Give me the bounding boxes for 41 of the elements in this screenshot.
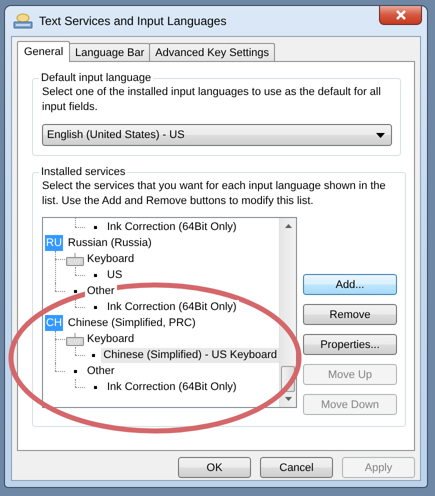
tree-item[interactable]: Chinese (Simplified, PRC) (66, 316, 198, 330)
tree-item[interactable]: Russian (Russia) (66, 236, 154, 250)
tree-item[interactable]: Ink Correction (64Bit Only) (105, 220, 239, 234)
language-dropdown[interactable]: English (United States) - US (42, 124, 392, 146)
tree-item[interactable]: Keyboard (85, 252, 136, 266)
tree-item[interactable]: Ink Correction (64Bit Only) (105, 300, 239, 314)
group-heading: Default input language (40, 72, 152, 84)
caret-icon (376, 132, 385, 138)
bullet-icon (92, 354, 95, 356)
dialog-button[interactable]: Properties... (303, 334, 397, 355)
scroll-up-icon[interactable] (284, 224, 292, 228)
dialog-button[interactable]: Add... (303, 274, 397, 295)
scrollbar[interactable] (279, 218, 296, 407)
description-text: Select one of the installed input languages to use as the default for all input fields. (42, 85, 382, 115)
tab[interactable]: Advanced Key Settings (149, 43, 276, 61)
tab[interactable]: Language Bar (69, 43, 150, 61)
bullet-icon (94, 274, 96, 276)
keyboard-icon (66, 332, 84, 346)
dialog-button[interactable]: Cancel (260, 457, 333, 478)
close-button[interactable] (379, 6, 422, 25)
group-heading: Installed services (40, 166, 126, 178)
tab[interactable]: General (17, 41, 70, 62)
keyboard-icon (66, 252, 84, 266)
window-title: Text Services and Input Languages (39, 14, 228, 28)
bullet-icon (94, 386, 96, 388)
bullet-icon (74, 290, 76, 292)
scroll-down-icon[interactable] (284, 397, 292, 401)
description-text: Select the services that you want for each input language shown in the list. Use the Add and Remove buttons to modify this list. (42, 179, 387, 209)
app-icon (13, 13, 33, 29)
dialog-button[interactable]: OK (178, 457, 251, 478)
bullet-icon (74, 370, 76, 372)
tree-item[interactable]: Chinese (Simplified) - US Keyboard (101, 348, 279, 362)
close-icon (394, 10, 406, 20)
language-code: RU (45, 235, 63, 251)
bullet-icon (94, 226, 96, 228)
bullet-icon (94, 306, 96, 308)
tree-item[interactable]: Keyboard (85, 332, 136, 346)
tree-item[interactable]: Ink Correction (64Bit Only) (105, 380, 239, 394)
tree-item[interactable]: Other (85, 284, 117, 298)
dialog-button[interactable]: Remove (303, 304, 397, 325)
language-code: CH (45, 315, 63, 331)
